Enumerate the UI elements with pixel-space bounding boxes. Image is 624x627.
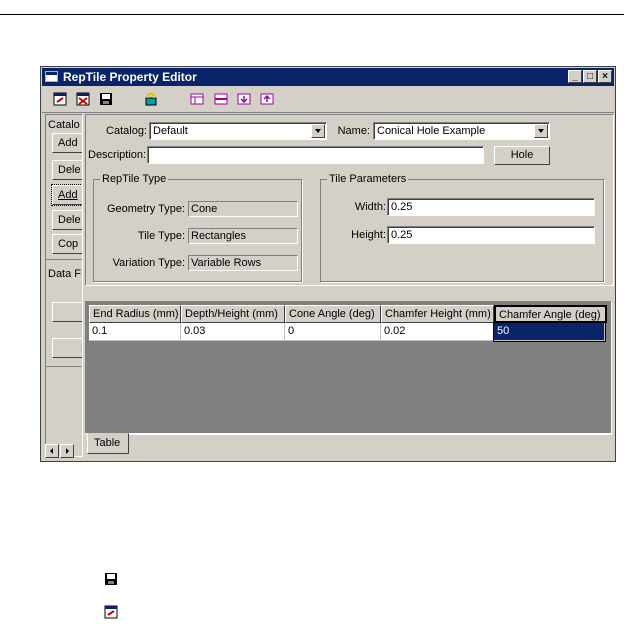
lock-icon[interactable]: [144, 92, 158, 106]
column-header-cone-angle[interactable]: Cone Angle (deg): [285, 305, 381, 323]
properties-panel: Catalog: Default Name: Conical Hole Exam…: [85, 114, 614, 286]
row-icon[interactable]: [214, 92, 228, 106]
tab-strip-line: [85, 434, 612, 435]
window-title: RepTile Property Editor: [63, 70, 197, 84]
data-table: End Radius (mm) Depth/Height (mm) Cone A…: [85, 301, 612, 434]
data-delete-button[interactable]: D: [52, 338, 82, 358]
horizontal-scrollbar[interactable]: [45, 444, 75, 458]
data-import-button[interactable]: I: [52, 302, 82, 322]
edit-icon: [104, 605, 118, 619]
edit-icon[interactable]: [53, 92, 67, 106]
table-cell[interactable]: 0.1: [89, 323, 181, 341]
separator: [46, 259, 82, 260]
add-entry-button[interactable]: Add: [51, 184, 82, 206]
close-button[interactable]: ×: [598, 70, 612, 83]
height-input[interactable]: 0.25: [387, 226, 595, 244]
catalog-label: Catalog:: [106, 125, 147, 137]
name-value: Conical Hole Example: [377, 125, 486, 137]
scroll-right-arrow[interactable]: [60, 444, 74, 458]
insert-row-icon[interactable]: [237, 92, 251, 106]
geometry-type-label: Geometry Type:: [106, 203, 185, 215]
table-cell-selected[interactable]: 50: [493, 322, 606, 342]
maximize-button[interactable]: □: [583, 70, 597, 83]
copy-entry-button[interactable]: Cop: [52, 234, 82, 254]
width-label: Width:: [354, 201, 386, 213]
width-input[interactable]: 0.25: [387, 198, 595, 216]
delete-catalog-button[interactable]: Dele: [52, 160, 82, 180]
tile-parameters-group: Tile Parameters Width: 0.25 Height: 0.25: [320, 173, 604, 282]
variation-type-label: Variation Type:: [112, 257, 185, 269]
description-label: Description:: [88, 149, 147, 161]
layout-icon[interactable]: [190, 92, 204, 106]
title-bar[interactable]: RepTile Property Editor _ □ ×: [42, 68, 614, 86]
table-cell[interactable]: 0: [285, 323, 381, 341]
variation-type-value: Variable Rows: [188, 255, 298, 271]
page-rule: [0, 14, 624, 15]
delete-entry-button[interactable]: Dele: [52, 210, 82, 230]
table-cell[interactable]: 0.02: [381, 323, 494, 341]
catalog-section-label: Catalo: [48, 119, 80, 131]
scroll-left-arrow[interactable]: [45, 444, 59, 458]
table-cell[interactable]: 0.03: [181, 323, 285, 341]
chevron-left-icon: [50, 448, 53, 454]
tile-type-label: Tile Type:: [137, 230, 185, 242]
chevron-right-icon: [66, 448, 69, 454]
tile-parameters-title: Tile Parameters: [327, 173, 409, 185]
name-label: Name:: [337, 125, 370, 137]
delete-row-icon[interactable]: [260, 92, 274, 106]
geometry-type-value: Cone: [188, 201, 298, 217]
catalog-value: Default: [153, 125, 188, 137]
save-icon: [105, 573, 117, 585]
description-input[interactable]: [147, 146, 484, 164]
tile-type-value: Rectangles: [188, 228, 298, 244]
toolbar: [42, 88, 614, 113]
chevron-down-icon[interactable]: [311, 124, 325, 138]
reptile-type-group: RepTile Type Geometry Type: Cone Tile Ty…: [93, 173, 302, 282]
tab-table[interactable]: Table: [87, 433, 129, 454]
chevron-down-icon[interactable]: [534, 124, 548, 138]
window-icon: [45, 71, 58, 82]
separator: [46, 366, 82, 367]
column-header-chamfer-height[interactable]: Chamfer Height (mm): [381, 305, 494, 323]
catalog-select[interactable]: Default: [149, 122, 327, 140]
reptile-property-editor-window: RepTile Property Editor _ □ × Catalo Add…: [40, 66, 616, 462]
data-section-label: Data F: [48, 268, 82, 280]
height-label: Height:: [351, 229, 386, 241]
reptile-type-title: RepTile Type: [100, 173, 169, 185]
left-panel: Catalo Add Dele Add Dele Cop Data F I D: [45, 114, 83, 457]
add-catalog-button[interactable]: Add: [52, 133, 82, 153]
column-header-end-radius[interactable]: End Radius (mm): [89, 305, 181, 323]
save-icon[interactable]: [99, 92, 113, 106]
name-select[interactable]: Conical Hole Example: [373, 122, 550, 140]
column-header-depth-height[interactable]: Depth/Height (mm): [181, 305, 285, 323]
minimize-button[interactable]: _: [568, 70, 582, 83]
hole-button[interactable]: Hole: [494, 146, 550, 165]
delete-icon[interactable]: [76, 92, 90, 106]
column-header-chamfer-angle[interactable]: Chamfer Angle (deg): [494, 305, 607, 323]
